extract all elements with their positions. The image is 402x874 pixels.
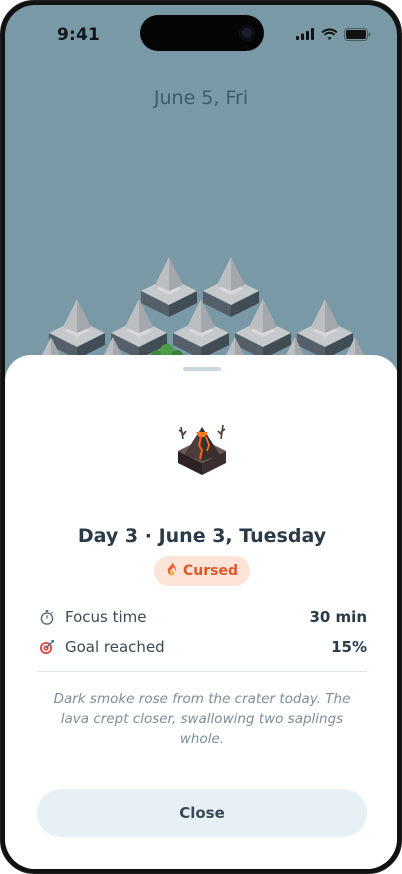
status-time: 9:41 [57, 25, 101, 45]
volcano-icon [178, 424, 226, 475]
sheet-grabber[interactable] [183, 367, 221, 371]
cellular-signal-icon [296, 28, 314, 40]
wifi-icon [321, 28, 338, 40]
goal-reached-label: Goal reached [65, 638, 165, 656]
camera-icon [239, 25, 255, 41]
goal-reached-value: 15% [331, 638, 367, 656]
status-badge-label: Cursed [183, 563, 238, 579]
screen: 9:41 June 5, Fri Day 3 · June 3, Tuesday… [5, 5, 397, 869]
battery-icon [344, 27, 371, 41]
day-title: Day 3 · June 3, Tuesday [77, 525, 327, 547]
status-icons [296, 27, 371, 41]
close-button[interactable]: Close [37, 789, 367, 837]
day-detail-sheet: Day 3 · June 3, Tuesday Cursed Focus tim… [5, 355, 397, 869]
focus-time-label: Focus time [65, 608, 147, 626]
target-icon [37, 637, 57, 657]
stopwatch-icon [37, 607, 57, 627]
goal-reached-row: Goal reached 15% [37, 635, 367, 659]
status-badge: Cursed [154, 556, 250, 586]
focus-time-row: Focus time 30 min [37, 605, 367, 629]
phone-frame: 9:41 June 5, Fri Day 3 · June 3, Tuesday… [0, 0, 402, 874]
day-journal-note: Dark smoke rose from the crater today. T… [53, 691, 351, 747]
current-date: June 5, Fri [153, 87, 249, 109]
fire-icon [166, 562, 179, 580]
status-bar: 9:41 [5, 5, 397, 59]
focus-time-value: 30 min [309, 608, 367, 626]
divider [37, 671, 367, 672]
dynamic-island [140, 15, 264, 51]
